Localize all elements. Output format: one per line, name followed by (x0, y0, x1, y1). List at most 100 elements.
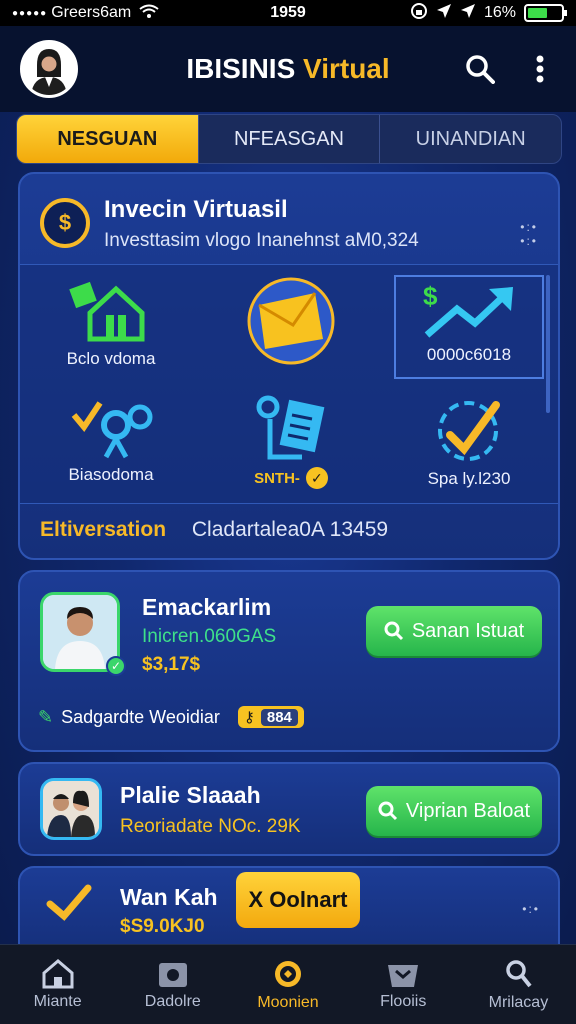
user-extra: Sadgardte Weoidiar (61, 706, 220, 727)
tab-nesguan[interactable]: NESGUAN (17, 115, 199, 163)
tag-icon: ✎ (38, 706, 54, 727)
nav-label: Moonien (257, 993, 319, 1011)
coin-icon: $ (40, 198, 90, 248)
user-detail: Inicren.060GAS (142, 626, 277, 647)
check-badge-icon: ✓ (305, 467, 328, 489)
button-label: Sanan Istuat (411, 619, 525, 642)
location-icon-2 (460, 3, 476, 24)
tile-label: Biasodoma (68, 465, 154, 484)
lock-rotation-icon (410, 2, 428, 25)
tile-envelope[interactable] (216, 271, 366, 375)
battery-percent: 16% (483, 4, 516, 21)
trend-arrow-icon: $ (423, 281, 513, 338)
button-label: Viprian Baloat (405, 799, 531, 822)
user-card[interactable]: Plalie Slaaah Reoriadate NOc. 29K Vipria… (18, 762, 560, 856)
user-name: Plalie Slaaah (120, 782, 261, 808)
status-carrier: Greers6am (51, 4, 132, 21)
card-menu-icon[interactable]: •:• •:• (520, 220, 538, 248)
battery-icon (524, 4, 567, 22)
sanan-istuat-button[interactable]: Sanan Istuat (366, 606, 542, 656)
nav-label: Dadolre (144, 992, 201, 1010)
nav-item-mrilacay[interactable]: Mrilacay (461, 945, 576, 1024)
search-icon (384, 621, 403, 641)
user-amount: $3,17$ (142, 654, 201, 675)
status-right: 16% (410, 2, 567, 25)
nav-item-moonien[interactable]: Moonien (230, 945, 345, 1024)
footer-value: Cladartalea0A 13459 (191, 518, 389, 541)
card-footer: Eltiversation Cladartalea0A 13459 (40, 518, 388, 542)
user-card[interactable]: ✓ Emackarlim Inicren.060GAS $3,17$ Sanan… (18, 570, 560, 752)
tile-label: 0000c6018 (426, 345, 512, 364)
tile-label: Spa ly.l230 (427, 469, 511, 488)
user-name: Emackarlim (142, 594, 272, 620)
document-search-icon (256, 395, 325, 460)
card-header: $ Invecin Virtuasil Investtasim vlogo In… (40, 188, 540, 260)
nav-label: Flooiis (380, 992, 427, 1010)
signal-icon: ●●●●● (12, 7, 48, 19)
wifi-icon (139, 4, 159, 23)
search-button[interactable] (464, 53, 496, 85)
tile-document[interactable]: SNTH- ✓ (216, 391, 366, 495)
feature-grid: Bclo vdoma $ 0000c6018 Biasodoma SNTH- ✓… (20, 264, 558, 504)
nav-item-flooiis[interactable]: Flooiis (346, 945, 461, 1024)
location-pin-icon (71, 401, 153, 459)
viprian-baloat-button[interactable]: Viprian Baloat (366, 786, 542, 836)
app-header: IBISINIS Virtual (0, 26, 576, 112)
tile-label: Bclo vdoma (66, 349, 156, 368)
home-icon (42, 958, 74, 988)
location-icon (436, 3, 452, 24)
more-vertical-icon (536, 55, 544, 83)
bottom-nav: Miante Dadolre Moonien Flooiis Mrilacay (0, 944, 576, 1024)
tab-uinandian[interactable]: UINANDIAN (380, 115, 561, 163)
oolnart-button[interactable]: X Oolnart (236, 872, 360, 928)
card-subtitle: Investtasim vlogo Inanehnst aM0,324 (104, 230, 419, 251)
search-icon (466, 55, 495, 84)
avatar[interactable] (20, 40, 78, 98)
online-badge-icon: ✓ (106, 656, 126, 676)
tile-spaly[interactable]: Spa ly.l230 (394, 391, 544, 495)
card-menu-icon[interactable]: •:• (522, 902, 540, 916)
card-title: Invecin Virtuasil (104, 196, 288, 223)
tile-label-wrap: SNTH- ✓ (216, 467, 366, 489)
tile-trend[interactable]: $ 0000c6018 (394, 275, 544, 379)
nav-label: Miante (33, 992, 82, 1010)
status-bar: ●●●●● Greers6am 1959 16% (0, 0, 576, 26)
tab-nfeasgan[interactable]: NFEASGAN (199, 115, 381, 163)
footer-highlight: Eltiversation (40, 518, 167, 541)
key-icon: ⚷ (243, 709, 255, 726)
inbox-icon (388, 964, 419, 987)
tile-bclo-vdoma[interactable]: Bclo vdoma (36, 275, 186, 379)
badge-value: 884 (260, 708, 298, 726)
app-title-part1: IBISINIS (186, 53, 296, 84)
envelope-icon (247, 277, 335, 365)
user-extra-row: ✎ Sadgardte Weoidiar ⚷ 884 (38, 706, 304, 728)
nav-label: Mrilacay (488, 993, 549, 1011)
search-icon (378, 801, 397, 821)
group-photo (40, 778, 102, 840)
nav-item-miante[interactable]: Miante (0, 945, 115, 1024)
app-title-part2: Virtual (303, 53, 390, 84)
tile-biasodoma[interactable]: Biasodoma (36, 391, 186, 495)
user-name: Wan Kah (120, 884, 218, 910)
status-time: 1959 (270, 4, 306, 21)
tab-bar: NESGUAN NFEASGAN UINANDIAN (16, 114, 562, 164)
count-badge: ⚷ 884 (237, 706, 304, 728)
tile-label: SNTH- (254, 469, 300, 487)
user-amount: $S9.0KJ0 (120, 916, 205, 937)
svg-text:$: $ (423, 281, 438, 311)
person-search-icon (506, 959, 532, 987)
virtual-investment-card: $ Invecin Virtuasil Investtasim vlogo In… (18, 172, 560, 560)
nav-item-dadolre[interactable]: Dadolre (115, 945, 230, 1024)
target-icon (275, 960, 301, 987)
grid-scrollbar[interactable] (546, 275, 550, 413)
user-card[interactable]: Wan Kah $S9.0KJ0 X Oolnart •:• (18, 866, 560, 956)
app-screen: ●●●●● Greers6am 1959 16% IBISINIS Virtua… (0, 0, 576, 1024)
user-detail: Reoriadate NOc. 29K (120, 816, 301, 837)
checkmark-circle-icon (438, 401, 500, 461)
more-menu-button[interactable] (524, 53, 556, 85)
header-actions (464, 53, 556, 85)
house-icon (69, 281, 145, 342)
wallet-icon (158, 962, 187, 987)
snth-badge: SNTH- ✓ (254, 467, 328, 489)
checkmark-icon (46, 884, 92, 921)
